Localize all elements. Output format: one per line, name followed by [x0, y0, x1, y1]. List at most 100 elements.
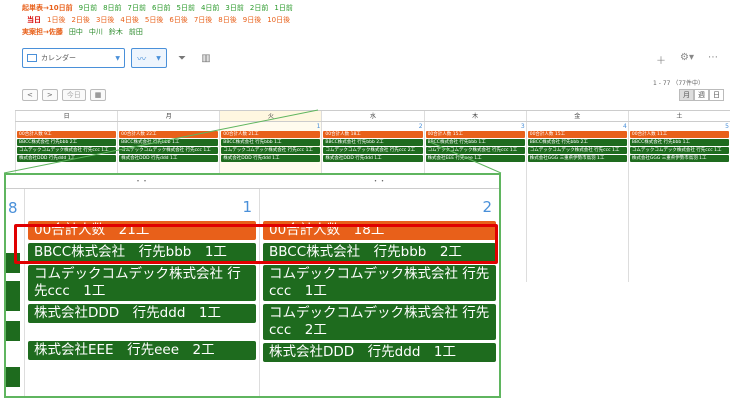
filter-link[interactable]: 9日後 — [243, 14, 261, 26]
calendar-event-total[interactable]: 00合計人数 11工 — [629, 131, 729, 138]
calendar-event-total[interactable]: 00合計人数 9工 — [17, 131, 117, 138]
filter-link[interactable]: 10日後 — [267, 14, 290, 26]
filter-link[interactable]: 6日後 — [169, 14, 187, 26]
calendar-event[interactable] — [6, 281, 20, 311]
calendar-nav: < > 今日 ▦ — [22, 89, 107, 101]
calendar-event[interactable]: BBCC株式会社 行先bbb 1工 — [119, 139, 219, 146]
chevron-down-icon: ▼ — [115, 54, 120, 62]
calendar-event[interactable]: コムデックコムデック株式会社 行先ccc 1工 — [28, 265, 256, 301]
calendar-event[interactable]: 株式会社EEE 行先eee 1工 — [425, 155, 525, 162]
filter-row-label[interactable]: 実案担→佐藤 — [22, 26, 63, 38]
filter-link[interactable]: 2日後 — [71, 14, 89, 26]
day-number: 1 — [316, 123, 321, 130]
calendar-event[interactable]: コムデックコムデック株式会社 行先ccc 1工 — [221, 147, 321, 154]
filter-link[interactable]: 前田 — [129, 26, 143, 38]
filter-link[interactable]: 8日前 — [103, 2, 121, 14]
filter-link[interactable]: 田中 — [69, 26, 83, 38]
filter-link[interactable]: 9日前 — [79, 2, 97, 14]
calendar-grid-icon — [27, 54, 37, 62]
calendar-event[interactable] — [6, 367, 20, 387]
prev-button[interactable]: < — [22, 89, 38, 101]
calendar-event-total[interactable]: 00合計人数 18工 — [323, 131, 423, 138]
calendar-event[interactable]: コムデックコムデック株式会社 行先ccc 1工 — [119, 147, 219, 154]
day-number: 4 — [623, 123, 627, 130]
calendar-day-cell[interactable]: 4 00合計人数 15工 BBCC株式会社 行先bbb 2工 コムデックコムデック株式… — [525, 122, 628, 282]
filter-link[interactable]: 5日後 — [145, 14, 163, 26]
calendar-event[interactable]: 株式会社DDD 行先ddd 1工 — [28, 304, 256, 323]
zoom-weekday: ・・ — [372, 177, 386, 185]
weekday-label: 金 — [525, 111, 628, 121]
filter-link[interactable]: 8日後 — [218, 14, 236, 26]
zoom-prev-column: 8 — [6, 189, 24, 396]
calendar-event[interactable]: BBCC株式会社 行先bbb 2工 — [17, 139, 117, 146]
tab-month[interactable]: 月 — [679, 89, 694, 101]
filter-link[interactable]: 鈴木 — [109, 26, 123, 38]
zoom-day-column: 2 00合計人数 18工 BBCC株式会社 行先bbb 2工 コムデックコムデッ… — [259, 189, 499, 396]
bar-chart-icon[interactable]: ▥ — [197, 48, 215, 68]
today-button[interactable]: 今日 — [61, 89, 86, 101]
calendar-event[interactable] — [6, 321, 20, 341]
filter-row-staff: 実案担→佐藤 田中 中川 鈴木 前田 — [22, 26, 293, 38]
line-chart-icon: 〰 — [137, 54, 147, 65]
calendar-event-total[interactable]: 00合計人数 21工 — [221, 131, 321, 138]
filter-link[interactable]: 4日後 — [120, 14, 138, 26]
calendar-event[interactable]: コムデックコムデック株式会社 行先ccc 1工 — [17, 147, 117, 154]
calendar-event[interactable]: 株式会社DDD 行先ddd 1工 — [119, 155, 219, 162]
weekday-label: 日 — [15, 111, 117, 121]
calendar-event[interactable]: 株式会社DDD 行先ddd 1工 — [17, 155, 117, 162]
calendar-event[interactable]: コムデックコムデック株式会社 行先ccc 2工 — [323, 147, 423, 154]
calendar-event[interactable]: BBCC株式会社 行先bbb 1工 — [425, 139, 525, 146]
filter-link[interactable]: 中川 — [89, 26, 103, 38]
calendar-event[interactable]: 株式会社GGG 三重県伊勢市鳥羽 1工 — [629, 155, 729, 162]
calendar-event[interactable]: BBCC株式会社 行先bbb 2工 — [323, 139, 423, 146]
calendar-event[interactable]: コムデックコムデック株式会社 行先ccc 1工 — [425, 147, 525, 154]
gear-icon[interactable]: ⚙▾ — [680, 52, 694, 67]
zoom-header: ・・ ・・ — [6, 175, 499, 189]
filter-link[interactable]: 1日前 — [274, 2, 292, 14]
calendar-event[interactable]: 株式会社EEE 行先eee 2工 — [28, 341, 256, 360]
calendar-event[interactable]: 株式会社DDD 行先ddd 1工 — [323, 155, 423, 162]
more-icon[interactable]: ⋯ — [708, 52, 718, 67]
next-button[interactable]: > — [41, 89, 58, 101]
weekday-label: 水 — [321, 111, 423, 121]
filter-row-label[interactable]: 起単表→10日前 — [22, 2, 73, 14]
calendar-event[interactable]: 株式会社DDD 行先ddd 1工 — [263, 343, 496, 362]
view-selector-value: カレンダー — [41, 54, 76, 62]
filter-link[interactable]: 2日前 — [250, 2, 268, 14]
filter-link[interactable]: 4日前 — [201, 2, 219, 14]
calendar-event[interactable]: 株式会社GGG 三重県伊勢市鳥羽 1工 — [527, 155, 627, 162]
filter-icon[interactable]: ⏷ — [173, 48, 191, 68]
calendar-event[interactable]: BBCC株式会社 行先bbb 1工 — [629, 139, 729, 146]
filter-link[interactable]: 3日後 — [96, 14, 114, 26]
calendar-event-total[interactable]: 00合計人数 15工 — [527, 131, 627, 138]
zoom-date: 1 — [242, 198, 252, 216]
calendar-event[interactable]: BBCC株式会社 行先bbb 1工 — [221, 139, 321, 146]
calendar-event[interactable]: コムデックコムデック株式会社 行先ccc 1工 — [263, 265, 496, 301]
calendar-event[interactable]: コムデックコムデック株式会社 行先ccc 1工 — [629, 147, 729, 154]
tab-week[interactable]: 週 — [694, 89, 709, 101]
filter-link[interactable]: 7日後 — [194, 14, 212, 26]
filter-link[interactable]: 7日前 — [128, 2, 146, 14]
calendar-picker-icon[interactable]: ▦ — [89, 89, 107, 101]
calendar-event[interactable]: コムデックコムデック株式会社 行先ccc 1工 — [527, 147, 627, 154]
weekday-header: 日 月 火 水 木 金 土 — [15, 110, 730, 122]
filter-row-days-after: 当日 1日後 2日後 3日後 4日後 5日後 6日後 7日後 8日後 9日後 1… — [22, 14, 293, 26]
calendar-event[interactable]: BBCC株式会社 行先bbb 2工 — [527, 139, 627, 146]
record-count: 1 - 77 （77件中） — [653, 80, 704, 87]
filter-link[interactable]: 3日前 — [225, 2, 243, 14]
calendar-event[interactable]: 株式会社DDD 行先ddd 1工 — [221, 155, 321, 162]
filter-link[interactable]: 5日前 — [176, 2, 194, 14]
calendar-event[interactable]: コムデックコムデック株式会社 行先ccc 2工 — [263, 304, 496, 340]
filter-link-today[interactable]: 当日 — [27, 14, 41, 26]
calendar-day-cell[interactable]: 5 00合計人数 11工 BBCC株式会社 行先bbb 1工 コムデックコムデック株式… — [627, 122, 730, 282]
calendar-event-total[interactable]: 00合計人数 22工 — [119, 131, 219, 138]
filter-link[interactable]: 6日前 — [152, 2, 170, 14]
zoom-date: 8 — [8, 199, 18, 217]
tab-day[interactable]: 日 — [709, 89, 724, 101]
calendar-event-total[interactable]: 00合計人数 15工 — [425, 131, 525, 138]
add-icon[interactable]: ＋ — [656, 52, 666, 67]
chart-mode-selector[interactable]: 〰 ▼ — [131, 48, 167, 68]
filter-link[interactable]: 1日後 — [47, 14, 65, 26]
weekday-label: 火 — [219, 111, 322, 121]
view-selector[interactable]: カレンダー ▼ — [22, 48, 125, 68]
